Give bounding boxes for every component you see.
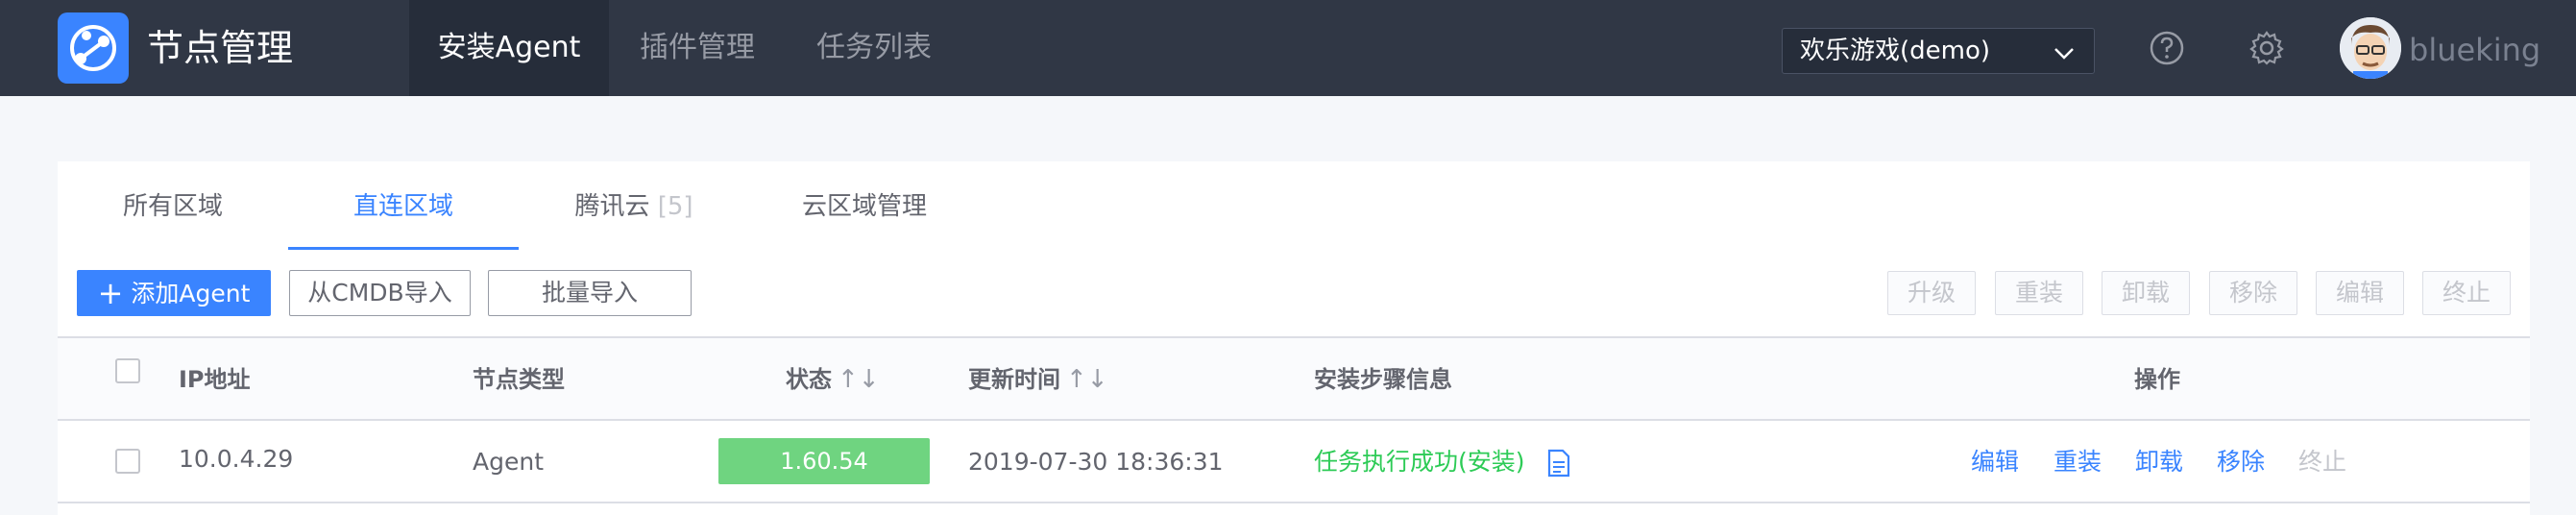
column-status-label: 状态 bbox=[786, 366, 832, 393]
edit-link[interactable]: 编辑 bbox=[1971, 446, 2019, 478]
cell-install-step-info: 任务执行成功(安装) bbox=[1314, 448, 1525, 476]
cell-ip: 10.0.4.29 bbox=[179, 445, 294, 473]
uninstall-link[interactable]: 卸载 bbox=[2135, 446, 2183, 478]
import-from-cmdb-button[interactable]: 从CMDB导入 bbox=[289, 270, 471, 316]
tab-label: 云区域管理 bbox=[801, 192, 927, 221]
column-updated-time[interactable]: 更新时间 ↑↓ bbox=[968, 364, 1108, 395]
tab-cloud-area-management[interactable]: 云区域管理 bbox=[788, 190, 941, 250]
tab-count: [5] bbox=[657, 192, 693, 221]
column-install-step-info: 安装步骤信息 bbox=[1314, 366, 1452, 393]
plus-icon: + bbox=[97, 275, 124, 311]
column-actions: 操作 bbox=[2134, 366, 2180, 393]
chevron-down-icon bbox=[2054, 48, 2074, 60]
cell-updated-time: 2019-07-30 18:36:31 bbox=[968, 448, 1224, 476]
row-checkbox[interactable] bbox=[115, 449, 140, 474]
avatar[interactable] bbox=[2340, 17, 2401, 79]
username[interactable]: blueking bbox=[2409, 29, 2540, 71]
batch-uninstall-button[interactable]: 卸载 bbox=[2102, 271, 2190, 315]
batch-terminate-button[interactable]: 终止 bbox=[2422, 271, 2511, 315]
remove-link[interactable]: 移除 bbox=[2217, 446, 2265, 478]
tab-all-areas[interactable]: 所有区域 bbox=[96, 190, 250, 250]
tab-label: 直连区域 bbox=[352, 192, 453, 221]
column-ip: IP地址 bbox=[179, 366, 251, 393]
sort-icon[interactable]: ↑↓ bbox=[838, 365, 880, 394]
help-icon[interactable] bbox=[2148, 29, 2186, 67]
batch-remove-button[interactable]: 移除 bbox=[2209, 271, 2297, 315]
status-badge: 1.60.54 bbox=[718, 438, 930, 484]
column-node-type: 节点类型 bbox=[473, 366, 565, 393]
app-title: 节点管理 bbox=[147, 27, 294, 69]
batch-reinstall-button[interactable]: 重装 bbox=[1995, 271, 2083, 315]
batch-import-button[interactable]: 批量导入 bbox=[488, 270, 692, 316]
nav-task-list[interactable]: 任务列表 bbox=[786, 0, 962, 96]
top-navigation-bar bbox=[0, 0, 2576, 96]
add-agent-button[interactable]: + 添加Agent bbox=[77, 270, 271, 316]
add-agent-label: 添加Agent bbox=[131, 280, 251, 307]
sort-icon[interactable]: ↑↓ bbox=[1066, 365, 1108, 394]
select-all-checkbox[interactable] bbox=[115, 358, 140, 383]
gear-icon[interactable] bbox=[2248, 29, 2286, 67]
nav-plugin-management[interactable]: 插件管理 bbox=[609, 0, 786, 96]
reinstall-link[interactable]: 重装 bbox=[2054, 446, 2102, 478]
cell-node-type: Agent bbox=[473, 448, 544, 476]
column-updated-label: 更新时间 bbox=[968, 366, 1060, 393]
nav-install-agent[interactable]: 安装Agent bbox=[409, 0, 609, 96]
batch-upgrade-button[interactable]: 升级 bbox=[1887, 271, 1976, 315]
tab-label: 所有区域 bbox=[122, 192, 223, 221]
column-status[interactable]: 状态 ↑↓ bbox=[786, 364, 880, 395]
node-manager-logo-icon[interactable] bbox=[58, 12, 129, 84]
tab-tencent-cloud[interactable]: 腾讯云 [5] bbox=[557, 190, 711, 250]
terminate-link[interactable]: 终止 bbox=[2298, 446, 2346, 478]
tab-direct-area[interactable]: 直连区域 bbox=[288, 190, 519, 250]
business-selector-value: 欢乐游戏(demo) bbox=[1800, 37, 1991, 65]
tab-label: 腾讯云 bbox=[574, 192, 650, 221]
batch-edit-button[interactable]: 编辑 bbox=[2316, 271, 2404, 315]
log-document-icon[interactable] bbox=[1546, 449, 1571, 478]
business-selector[interactable]: 欢乐游戏(demo) bbox=[1782, 28, 2095, 74]
